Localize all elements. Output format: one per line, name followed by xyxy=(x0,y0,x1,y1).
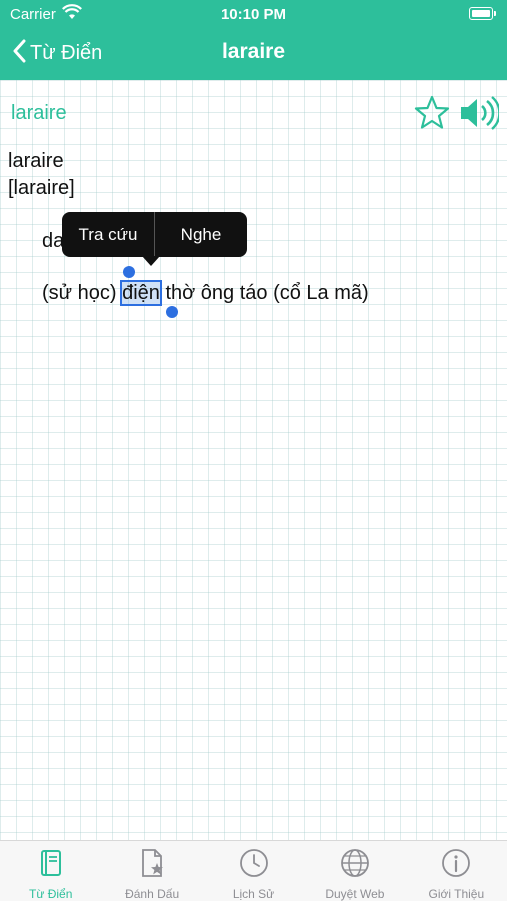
selection-handle-end[interactable] xyxy=(166,306,178,318)
definition-text-after: thờ ông táo (cổ La mã) xyxy=(159,282,369,304)
tab-history[interactable]: Lịch Sử xyxy=(203,841,304,901)
navigation-bar: Từ Điển laraire xyxy=(0,28,507,80)
star-icon[interactable] xyxy=(414,95,450,136)
status-bar: Carrier 10:10 PM xyxy=(0,0,507,28)
tab-bar: Từ Điển Đánh Dấu Lịch Sử Duyệt Web Giới … xyxy=(0,840,507,901)
definition-view: laraire laraire [laraire] da (sử học) đi… xyxy=(0,80,507,840)
info-icon xyxy=(440,847,472,884)
tab-bookmarks[interactable]: Đánh Dấu xyxy=(101,841,202,901)
tab-web[interactable]: Duyệt Web xyxy=(304,841,405,901)
selection-handle-start[interactable] xyxy=(123,266,135,278)
selected-text[interactable]: điện xyxy=(120,280,162,306)
top-bar: Carrier 10:10 PM Từ Điển laraire xyxy=(0,0,507,80)
bookmark-icon xyxy=(136,847,168,884)
tab-about[interactable]: Giới Thiệu xyxy=(406,841,507,901)
definition-text-before: (sử học) xyxy=(42,282,123,304)
tab-label: Duyệt Web xyxy=(325,887,385,901)
entry-part-of-speech: da xyxy=(42,230,65,252)
entry-pronunciation: [laraire] xyxy=(8,177,75,199)
tab-dictionary[interactable]: Từ Điển xyxy=(0,841,101,901)
globe-icon xyxy=(339,847,371,884)
tab-label: Đánh Dấu xyxy=(125,887,180,901)
listen-button[interactable]: Nghe xyxy=(155,212,247,257)
clock-icon xyxy=(238,847,270,884)
entry-word: laraire xyxy=(8,150,64,172)
entry-definition[interactable]: (sử học) điện thờ ông táo (cổ La mã) xyxy=(42,280,369,306)
context-menu: Tra cứu Nghe xyxy=(62,212,247,266)
status-time: 10:10 PM xyxy=(220,6,287,23)
tab-label: Giới Thiệu xyxy=(428,887,485,901)
tab-label: Từ Điển xyxy=(29,887,73,901)
page-title: laraire xyxy=(221,40,286,63)
book-icon xyxy=(35,847,67,884)
entry-headword: laraire xyxy=(11,102,67,124)
tab-label: Lịch Sử xyxy=(232,887,275,901)
speaker-icon[interactable] xyxy=(459,95,501,136)
battery-icon xyxy=(469,7,496,20)
lookup-button[interactable]: Tra cứu xyxy=(62,212,154,257)
